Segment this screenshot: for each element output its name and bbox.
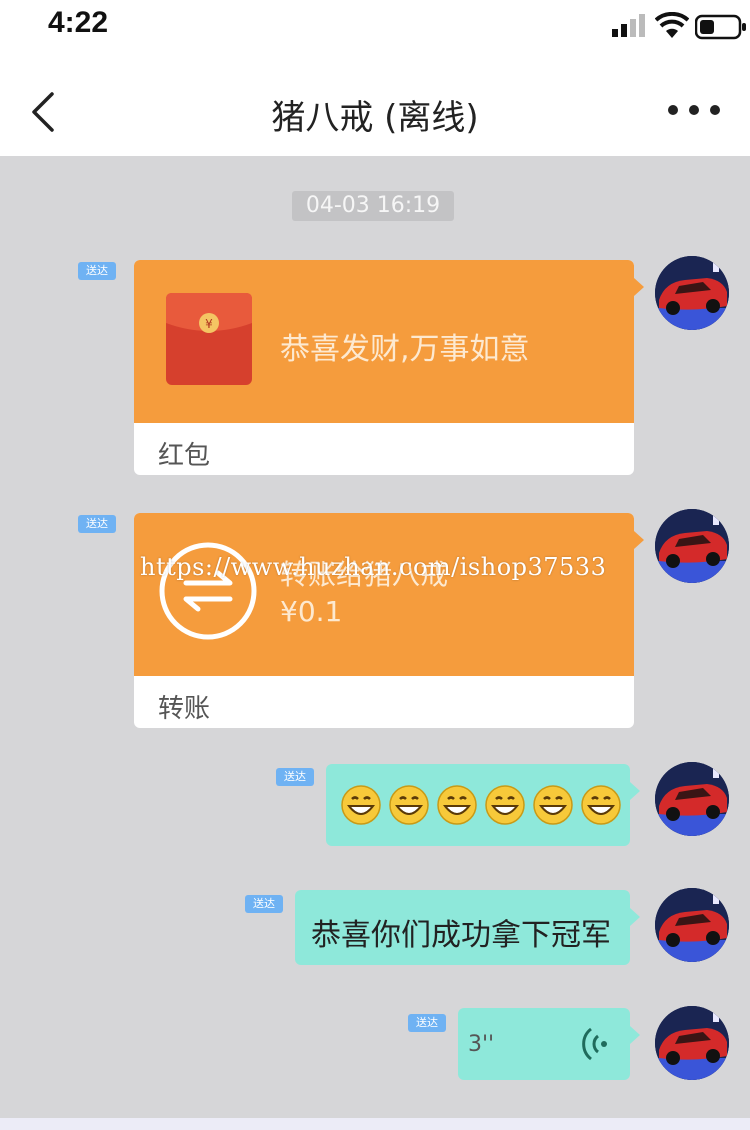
voice-message[interactable]: 3''	[458, 1008, 640, 1080]
avatar[interactable]	[655, 509, 729, 583]
red-packet-title: 恭喜发财,万事如意	[280, 332, 530, 367]
grinning-face-icon	[389, 785, 429, 825]
transfer-card-top: 转账给猪八戒 ¥0.1	[134, 513, 644, 676]
status-bar: 4:22	[0, 0, 750, 52]
voice-wave-icon	[582, 1027, 607, 1061]
more-dots-icon[interactable]	[666, 102, 722, 118]
chat-area[interactable]: 04-03 16:19 送达 ¥ 恭喜发财,万事如意 红包 送达 转账给猪八戒 …	[0, 156, 750, 1118]
message-timestamp: 04-03 16:19	[292, 191, 454, 221]
red-packet-icon: ¥	[166, 293, 252, 385]
read-badge: 送达	[276, 768, 314, 786]
avatar[interactable]	[655, 1006, 729, 1080]
read-badge: 送达	[78, 262, 116, 280]
grinning-face-icon	[581, 785, 621, 825]
avatar[interactable]	[655, 256, 729, 330]
red-packet-label: 红包	[158, 441, 211, 471]
transfer-amount: ¥0.1	[280, 595, 343, 628]
status-time: 4:22	[48, 6, 109, 39]
text-message[interactable]: 恭喜你们成功拿下冠军	[295, 890, 640, 965]
grinning-face-icon	[485, 785, 525, 825]
red-packet-message[interactable]: ¥ 恭喜发财,万事如意 红包	[134, 260, 644, 475]
avatar[interactable]	[655, 762, 729, 836]
grinning-face-icon	[341, 785, 381, 825]
transfer-label: 转账	[158, 694, 211, 724]
grinning-face-icon	[437, 785, 477, 825]
emoji-message[interactable]	[326, 764, 640, 846]
voice-duration: 3''	[468, 1032, 495, 1057]
read-badge: 送达	[408, 1014, 446, 1032]
read-badge: 送达	[78, 515, 116, 533]
watermark: https://www.huzhan.com/ishop37533	[140, 553, 607, 581]
battery-icon	[695, 14, 746, 40]
svg-text:¥: ¥	[205, 317, 213, 331]
page-title: 猪八戒 (离线)	[271, 98, 479, 138]
read-badge: 送达	[245, 895, 283, 913]
transfer-message[interactable]: 转账给猪八戒 ¥0.1 转账	[134, 513, 644, 728]
input-bar-edge	[0, 1118, 750, 1130]
signal-icon	[612, 14, 645, 37]
nav-bar: 猪八戒 (离线)	[0, 52, 750, 156]
message-text: 恭喜你们成功拿下冠军	[311, 918, 611, 953]
red-packet-card-top: ¥ 恭喜发财,万事如意	[134, 260, 644, 423]
wifi-icon	[655, 12, 689, 38]
avatar[interactable]	[655, 888, 729, 962]
emoji-row	[340, 784, 622, 826]
grinning-face-icon	[533, 785, 573, 825]
